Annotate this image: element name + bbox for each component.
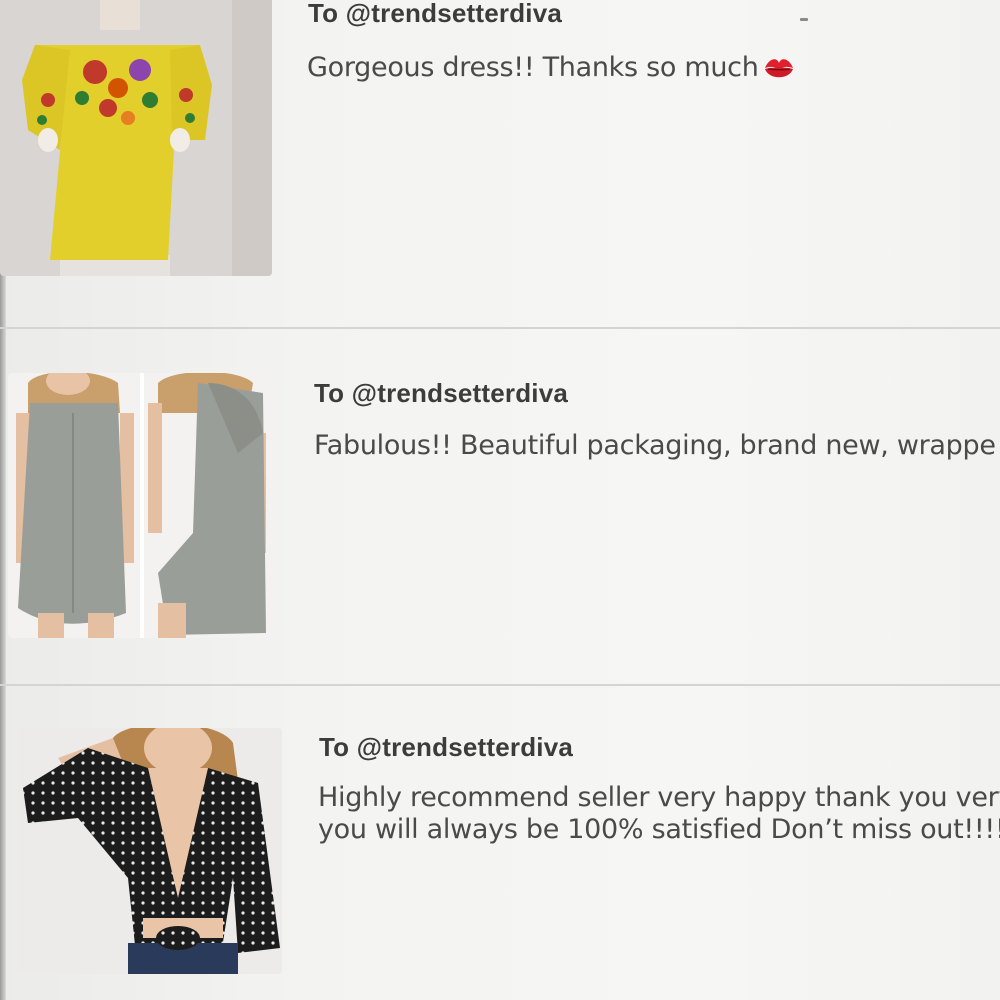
mouse-cursor: [800, 18, 808, 21]
gray-dress-image: [8, 373, 276, 638]
review-recipient[interactable]: To @trendsetterdiva: [308, 0, 562, 29]
review-text: Gorgeous dress!! Thanks so much: [307, 52, 797, 84]
product-thumbnail[interactable]: [8, 373, 276, 638]
review-divider: [0, 327, 1000, 329]
review-recipient[interactable]: To @trendsetterdiva: [319, 732, 573, 763]
review-divider: [0, 684, 1000, 686]
kiss-mark-icon: [764, 58, 793, 77]
review-recipient[interactable]: To @trendsetterdiva: [314, 378, 568, 409]
review-text: Fabulous!! Beautiful packaging, brand ne…: [314, 430, 996, 461]
review-text-line: Highly recommend seller very happy thank…: [318, 782, 1000, 813]
review-text-line: you will always be 100% satisfied Don’t …: [318, 814, 1000, 845]
product-thumbnail[interactable]: [18, 728, 282, 974]
screen: To @trendsetterdiva Gorgeous dress!! Tha…: [0, 0, 1000, 1000]
product-thumbnail[interactable]: [0, 0, 272, 276]
yellow-dress-image: [0, 0, 272, 276]
polka-dot-blouse-image: [18, 728, 282, 974]
review-text-line: Fabulous!! Beautiful packaging, brand ne…: [314, 430, 996, 461]
review-text-line: Gorgeous dress!! Thanks so much: [307, 52, 759, 83]
